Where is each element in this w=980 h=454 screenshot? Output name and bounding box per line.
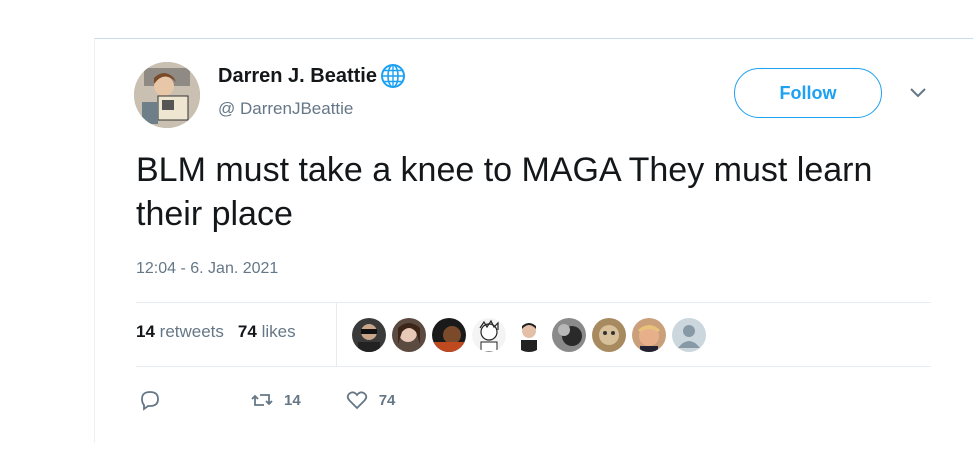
liker-avatar[interactable] — [472, 318, 506, 352]
follow-button[interactable]: Follow — [734, 68, 882, 118]
divider — [136, 366, 931, 367]
retweets-stat[interactable]: 14 retweets — [136, 322, 224, 342]
like-count: 74 — [378, 391, 396, 409]
tweet-timestamp[interactable]: 12:04 - 6. Jan. 2021 — [136, 260, 278, 278]
tweet-actions: 14 74 — [138, 388, 395, 412]
reply-button[interactable] — [138, 388, 162, 412]
liker-avatar[interactable] — [632, 318, 666, 352]
user-name-row: Darren J. Beattie — [218, 62, 407, 90]
retweet-count: 14 — [284, 391, 301, 409]
liker-avatar[interactable] — [552, 318, 586, 352]
heart-icon — [346, 391, 367, 410]
retweet-icon — [251, 394, 273, 406]
divider — [136, 302, 931, 303]
reply-icon — [141, 391, 159, 411]
display-name[interactable]: Darren J. Beattie — [218, 65, 377, 88]
stats-separator — [336, 302, 337, 366]
liker-avatar-default[interactable] — [672, 318, 706, 352]
liker-avatar[interactable] — [432, 318, 466, 352]
liker-avatar[interactable] — [392, 318, 426, 352]
likes-label: likes — [261, 322, 296, 341]
chevron-down-icon[interactable] — [908, 86, 928, 100]
likes-stat[interactable]: 74 likes — [238, 322, 296, 342]
retweets-count: 14 — [136, 322, 155, 341]
liker-avatar[interactable] — [592, 318, 626, 352]
liker-avatar[interactable] — [352, 318, 386, 352]
engagement-stats: 14 retweets 74 likes — [136, 322, 296, 342]
user-handle[interactable]: @ DarrenJBeattie — [218, 99, 353, 119]
retweet-button[interactable]: 14 — [250, 388, 301, 412]
avatar[interactable] — [134, 62, 200, 128]
tweet-text: BLM must take a knee to MAGA They must l… — [136, 151, 873, 233]
liker-avatars — [352, 318, 706, 352]
retweets-label: retweets — [159, 322, 224, 341]
globe-icon — [380, 64, 405, 88]
like-button[interactable]: 74 — [345, 388, 396, 412]
liker-avatar[interactable] — [512, 318, 546, 352]
likes-count: 74 — [237, 322, 257, 341]
